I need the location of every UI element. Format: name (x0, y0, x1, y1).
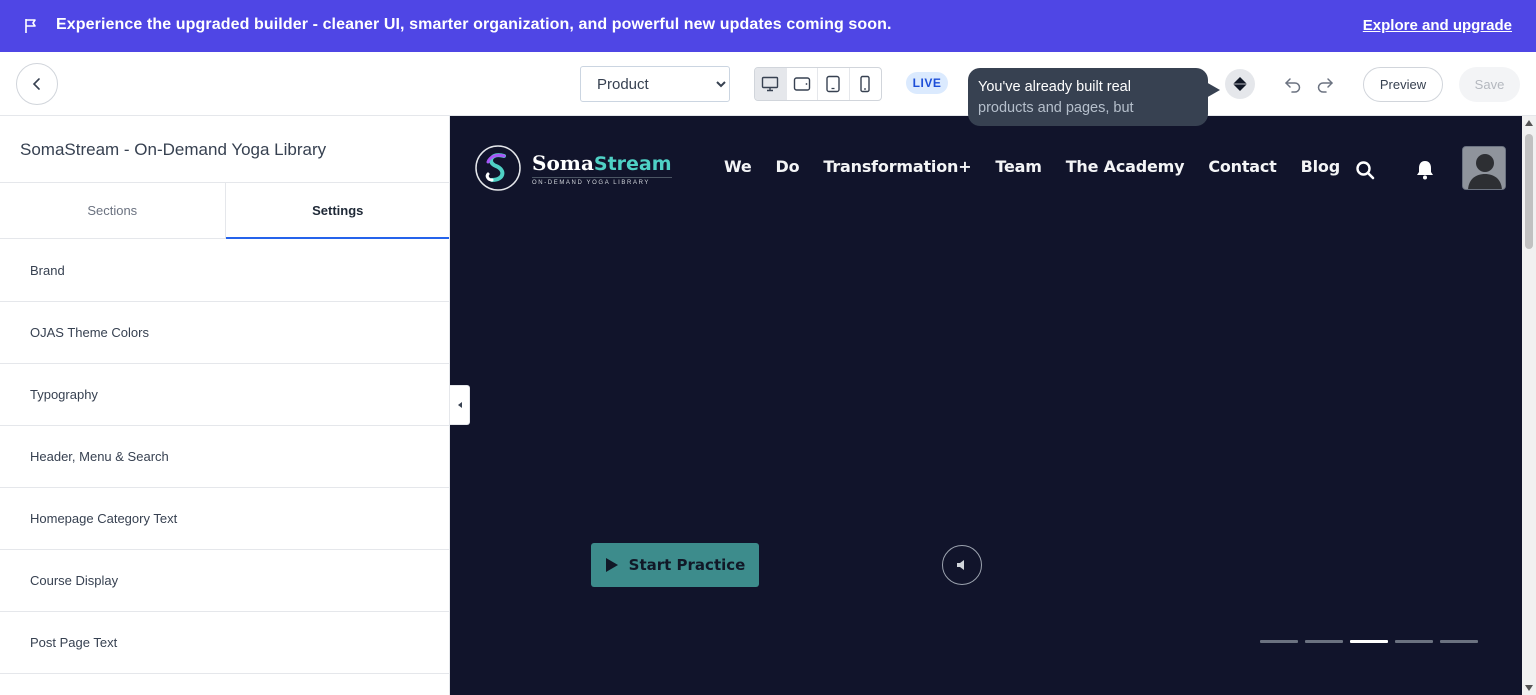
tablet-portrait-icon (826, 75, 840, 93)
user-silhouette-icon (1463, 147, 1505, 189)
theme-title: SomaStream - On-Demand Yoga Library (20, 140, 327, 159)
undo-icon[interactable] (1283, 74, 1303, 94)
nav-transformation[interactable]: Transformation+ (823, 157, 971, 176)
device-switcher (754, 67, 882, 101)
setting-item-course-display[interactable]: Course Display (0, 550, 449, 612)
save-button[interactable]: Save (1459, 67, 1520, 102)
tooltip-line-2: products and pages, but (978, 100, 1134, 116)
bell-icon[interactable] (1414, 158, 1436, 180)
setting-item-post-page-text[interactable]: Post Page Text (0, 612, 449, 674)
start-practice-label: Start Practice (628, 556, 746, 574)
device-tablet-portrait-button[interactable] (818, 68, 850, 100)
onboarding-tooltip: You've already built real products and p… (968, 68, 1208, 126)
scroll-thumb[interactable] (1525, 134, 1533, 249)
slider-dot[interactable] (1395, 640, 1433, 643)
nav-the-academy[interactable]: The Academy (1066, 157, 1185, 176)
setting-item-homepage-category-text[interactable]: Homepage Category Text (0, 488, 449, 550)
nav-contact[interactable]: Contact (1208, 157, 1277, 176)
scroll-up-arrow[interactable] (1525, 120, 1533, 126)
slider-dot[interactable] (1440, 640, 1478, 643)
upgrade-banner: Experience the upgraded builder - cleane… (0, 0, 1536, 52)
speaker-icon (957, 560, 964, 570)
hero-slider-dots (1260, 640, 1478, 643)
page-type-select[interactable]: Product (580, 66, 730, 102)
site-logo[interactable]: SomaStream ON-DEMAND YOGA LIBRARY (474, 144, 672, 192)
device-mobile-button[interactable] (850, 68, 881, 100)
banner-message: Experience the upgraded builder - cleane… (56, 16, 892, 33)
diamond-icon (1233, 77, 1247, 91)
slider-dot-active[interactable] (1350, 640, 1388, 643)
tooltip-tail (1206, 82, 1220, 98)
device-tablet-landscape-button[interactable] (787, 68, 818, 100)
somastream-logo-mark (475, 145, 521, 191)
start-practice-button[interactable]: Start Practice (591, 543, 759, 587)
sidebar-tabs: Sections Settings (0, 182, 449, 239)
slider-dot[interactable] (1260, 640, 1298, 643)
preview-scrollbar[interactable] (1522, 116, 1536, 695)
preview-button[interactable]: Preview (1363, 67, 1443, 102)
settings-sidebar: SomaStream - On-Demand Yoga Library Sect… (0, 116, 450, 695)
device-desktop-button[interactable] (755, 68, 787, 100)
flag-icon (25, 19, 36, 33)
setting-item-theme-colors[interactable]: OJAS Theme Colors (0, 302, 449, 364)
site-preview-canvas: SomaStream ON-DEMAND YOGA LIBRARY We Do … (450, 116, 1522, 695)
play-icon (605, 558, 618, 572)
tooltip-line-1: You've already built real (978, 79, 1131, 95)
scroll-down-arrow[interactable] (1525, 685, 1533, 691)
logo-tagline: ON-DEMAND YOGA LIBRARY (532, 176, 672, 186)
chevron-left-icon (32, 78, 40, 90)
nav-blog[interactable]: Blog (1301, 157, 1341, 176)
redo-icon[interactable] (1315, 74, 1335, 94)
desktop-icon (762, 76, 779, 92)
nav-team[interactable]: Team (995, 157, 1042, 176)
settings-list: Brand OJAS Theme Colors Typography Heade… (0, 240, 449, 674)
user-avatar[interactable] (1462, 146, 1506, 190)
live-badge: LIVE (906, 72, 948, 94)
tab-sections[interactable]: Sections (0, 183, 226, 238)
setting-item-brand[interactable]: Brand (0, 240, 449, 302)
collapse-sidebar-button[interactable] (450, 385, 470, 425)
setting-item-typography[interactable]: Typography (0, 364, 449, 426)
mobile-icon (860, 75, 870, 93)
nav-we[interactable]: We (724, 157, 752, 176)
slider-dot[interactable] (1305, 640, 1343, 643)
caret-left-icon (457, 402, 462, 408)
back-button[interactable] (16, 63, 58, 105)
nav-do[interactable]: Do (776, 157, 800, 176)
logo-text-stream: Stream (593, 152, 672, 175)
site-nav: We Do Transformation+ Team The Academy C… (724, 157, 1340, 176)
logo-text-soma: Soma (532, 150, 594, 175)
search-icon[interactable] (1355, 160, 1375, 180)
mute-toggle-button[interactable] (942, 545, 982, 585)
explore-upgrade-link[interactable]: Explore and upgrade (1363, 17, 1512, 34)
ai-assistant-button[interactable] (1225, 69, 1255, 99)
setting-item-header-menu-search[interactable]: Header, Menu & Search (0, 426, 449, 488)
tab-settings[interactable]: Settings (225, 183, 449, 239)
tablet-landscape-icon (793, 77, 810, 91)
editor-toolbar: Product LIVE You've already built real p… (0, 52, 1536, 126)
